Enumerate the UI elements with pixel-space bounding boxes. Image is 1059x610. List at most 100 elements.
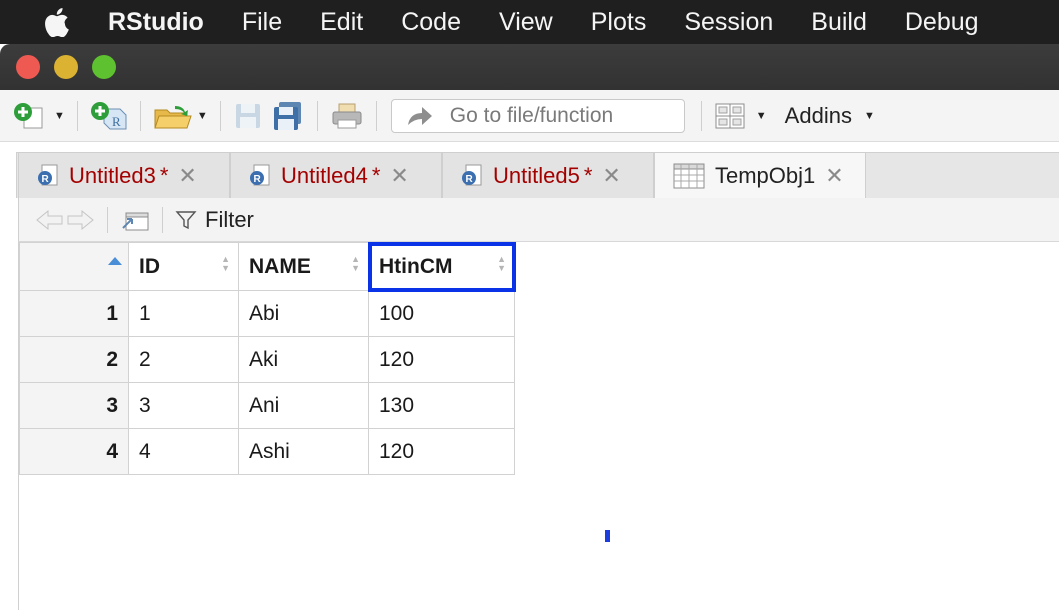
chevron-down-icon[interactable]: ▼ <box>756 110 767 122</box>
go-to-file-function-input[interactable]: Go to file/function <box>390 98 685 133</box>
column-header-name[interactable]: NAME ▲ ▼ <box>238 242 369 291</box>
modified-indicator: * <box>159 162 169 188</box>
tab-label: Untitled5 <box>493 162 580 188</box>
modified-indicator: * <box>583 162 593 188</box>
toolbar-separator <box>316 100 318 131</box>
svg-text:R: R <box>254 174 262 185</box>
sort-icon: ▲ ▼ <box>351 254 360 273</box>
row-index: 3 <box>19 382 129 429</box>
toolbar-separator <box>375 100 377 131</box>
cell-htincm: 120 <box>368 336 515 383</box>
new-project-button[interactable]: R <box>86 99 132 133</box>
row-index: 4 <box>19 428 129 475</box>
cell-name: Ashi <box>238 428 369 475</box>
modified-indicator: * <box>371 162 381 188</box>
toolbar-separator <box>107 206 108 233</box>
row-index: 1 <box>19 290 129 337</box>
save-button[interactable] <box>229 99 267 133</box>
filter-icon <box>175 210 197 229</box>
text-cursor-mark <box>605 530 610 542</box>
svg-text:R: R <box>112 114 121 129</box>
save-all-button[interactable] <box>267 99 309 133</box>
close-icon[interactable]: ✕ <box>390 163 408 189</box>
go-to-file-function-placeholder: Go to file/function <box>449 103 614 127</box>
cell-id: 3 <box>128 382 239 429</box>
tab-untitled4[interactable]: R Untitled4 * ✕ <box>230 152 442 198</box>
table-row: 2 2 Aki 120 <box>19 336 515 383</box>
main-toolbar: ▼ R ▼ Go to file/function ▼ Addins ▼ <box>0 90 1059 142</box>
cell-htincm: 120 <box>368 428 515 475</box>
r-script-icon: R <box>250 164 270 185</box>
menu-edit[interactable]: Edit <box>320 8 363 37</box>
menu-file[interactable]: File <box>242 8 282 37</box>
tab-label: TempObj1 <box>715 162 816 188</box>
sort-icon: ▲ ▼ <box>497 254 506 273</box>
window-titlebar <box>0 44 1059 90</box>
cell-id: 4 <box>128 428 239 475</box>
close-icon[interactable]: ✕ <box>178 163 196 189</box>
data-viewer-grid: ID ▲ ▼ NAME ▲ ▼ HtinCM ▲ ▼ 1 1 Abi 100 2… <box>18 241 1059 610</box>
filter-button[interactable]: Filter <box>175 207 254 233</box>
cell-name: Abi <box>238 290 369 337</box>
cell-name: Ani <box>238 382 369 429</box>
chevron-down-icon[interactable]: ▼ <box>197 110 208 122</box>
pane-layout-button[interactable]: ▼ <box>710 99 771 133</box>
row-index-header[interactable] <box>19 242 129 291</box>
cell-id: 1 <box>128 290 239 337</box>
menu-plots[interactable]: Plots <box>591 8 647 37</box>
tab-untitled3[interactable]: R Untitled3 * ✕ <box>18 152 230 198</box>
new-project-icon: R <box>90 101 127 129</box>
menu-bar: RStudio File Edit Code View Plots Sessio… <box>0 0 1059 44</box>
column-header-label: NAME <box>249 254 311 278</box>
new-file-button[interactable]: ▼ <box>8 99 69 133</box>
close-icon[interactable]: ✕ <box>825 163 843 189</box>
column-header-label: HtinCM <box>379 254 453 278</box>
table-row: 3 3 Ani 130 <box>19 382 515 429</box>
chevron-down-icon: ▼ <box>863 109 875 122</box>
chevron-down-icon[interactable]: ▼ <box>54 110 65 122</box>
menu-debug[interactable]: Debug <box>905 8 979 37</box>
toolbar-separator <box>700 100 702 131</box>
table-row: 4 4 Ashi 120 <box>19 428 515 475</box>
toolbar-separator <box>162 206 163 233</box>
column-header-htincm[interactable]: HtinCM ▲ ▼ <box>367 241 516 292</box>
minimize-window-button[interactable] <box>54 55 78 79</box>
menu-code[interactable]: Code <box>401 8 461 37</box>
tab-label: Untitled4 <box>281 162 368 188</box>
menu-view[interactable]: View <box>499 8 553 37</box>
toolbar-separator <box>76 100 78 131</box>
tab-tempobj1[interactable]: TempObj1 ✕ <box>654 152 866 198</box>
data-table-icon <box>673 163 705 188</box>
cell-htincm: 100 <box>368 290 515 337</box>
toolbar-separator <box>139 100 141 131</box>
save-icon <box>235 103 260 128</box>
menu-session[interactable]: Session <box>684 8 773 37</box>
close-icon[interactable]: ✕ <box>602 163 620 189</box>
svg-text:R: R <box>466 174 474 185</box>
filter-label: Filter <box>205 206 254 232</box>
close-window-button[interactable] <box>16 55 40 79</box>
toolbar-separator <box>219 100 221 131</box>
back-arrow-icon[interactable] <box>35 208 65 232</box>
menu-app-name[interactable]: RStudio <box>108 8 204 37</box>
r-script-icon: R <box>38 164 58 185</box>
print-button[interactable] <box>326 99 368 133</box>
grid-layout-icon <box>715 103 745 128</box>
table-row: 1 1 Abi 100 <box>19 290 515 337</box>
menu-build[interactable]: Build <box>811 8 867 37</box>
save-all-icon <box>273 101 301 130</box>
apple-icon[interactable] <box>38 7 74 37</box>
forward-arrow-icon[interactable] <box>65 208 95 232</box>
addins-menu-button[interactable]: Addins ▼ <box>785 103 875 129</box>
printer-icon <box>332 103 362 128</box>
tab-untitled5[interactable]: R Untitled5 * ✕ <box>442 152 654 198</box>
column-header-id[interactable]: ID ▲ ▼ <box>128 242 239 291</box>
cell-id: 2 <box>128 336 239 383</box>
sort-ascending-icon <box>108 257 122 265</box>
addins-label: Addins <box>784 102 852 128</box>
new-file-icon <box>14 102 43 128</box>
zoom-window-button[interactable] <box>92 55 116 79</box>
open-file-button[interactable]: ▼ <box>149 99 212 133</box>
svg-text:R: R <box>42 174 50 185</box>
show-in-new-window-icon[interactable] <box>120 208 150 232</box>
